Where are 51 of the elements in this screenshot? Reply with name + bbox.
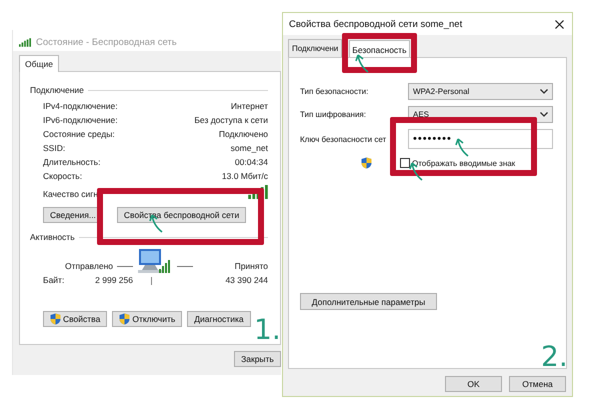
signal-bars-icon <box>19 38 31 47</box>
dialog-button[interactable]: OK <box>445 376 502 392</box>
group-heading: Подключение <box>30 85 84 95</box>
field-label: Ключ безопасности сет <box>300 134 388 144</box>
field-label: Длительность: <box>43 157 100 167</box>
close-icon[interactable] <box>555 20 564 28</box>
bytes-sent: 2 999 256 <box>95 275 133 285</box>
field-value: 00:04:34 <box>234 157 268 167</box>
bytes-received: 43 390 244 <box>224 275 268 285</box>
action-button[interactable]: Отключить <box>112 311 182 327</box>
checkbox-label: Отображать вводимые знак <box>412 158 516 168</box>
pointer-arrow <box>455 137 469 157</box>
group-heading: Активность <box>30 232 75 242</box>
received-label: Принято <box>234 261 268 271</box>
field-label: SSID: <box>43 143 66 153</box>
password-field[interactable]: •••••••• <box>408 129 553 149</box>
chevron-down-icon <box>540 112 548 117</box>
field-label: IPv4-подключение: <box>43 101 118 111</box>
tab[interactable]: Общие <box>19 55 59 72</box>
field-label: IPv6-подключение: <box>43 115 118 125</box>
step-number: 1. <box>254 316 281 344</box>
window-title: Свойства беспроводной сети some_net <box>289 18 462 30</box>
field-value: Интернет <box>230 101 268 111</box>
signal-bars-icon <box>248 185 268 199</box>
field-label: Состояние среды: <box>43 129 115 139</box>
pointer-arrow <box>355 53 369 73</box>
action-button[interactable]: Диагностика <box>187 311 251 327</box>
wireless-properties-button[interactable]: Свойства беспроводной сети <box>116 207 246 223</box>
dropdown[interactable]: WPA2-Personal <box>408 83 553 100</box>
close-button[interactable]: Закрыть <box>234 351 281 367</box>
window-title: Состояние - Беспроводная сеть <box>36 37 177 48</box>
field-value: Без доступа к сети <box>194 115 268 125</box>
field-label: Тип шифрования: <box>300 110 367 119</box>
step-number: 2. <box>541 343 568 371</box>
field-value: Подключено <box>218 129 268 139</box>
tab[interactable]: Подключени <box>288 39 342 57</box>
shield-icon <box>361 157 372 169</box>
field-value: some_net <box>230 143 268 153</box>
tab[interactable]: Безопасность <box>349 40 410 58</box>
advanced-settings-button[interactable]: Дополнительные параметры <box>300 293 437 310</box>
field-label: Тип безопасности: <box>300 87 370 96</box>
checkbox[interactable] <box>400 158 410 168</box>
dialog-button[interactable]: Отмена <box>509 376 566 392</box>
shield-icon <box>50 313 61 325</box>
action-button[interactable]: Свойства <box>43 311 108 327</box>
field-label: Скорость: <box>43 171 82 181</box>
bytes-label: Байт: <box>43 275 64 285</box>
sent-label: Отправлено <box>65 261 113 271</box>
field-value: 13.0 Мбит/с <box>222 171 268 181</box>
chevron-down-icon <box>540 89 548 94</box>
shield-icon <box>119 313 130 325</box>
